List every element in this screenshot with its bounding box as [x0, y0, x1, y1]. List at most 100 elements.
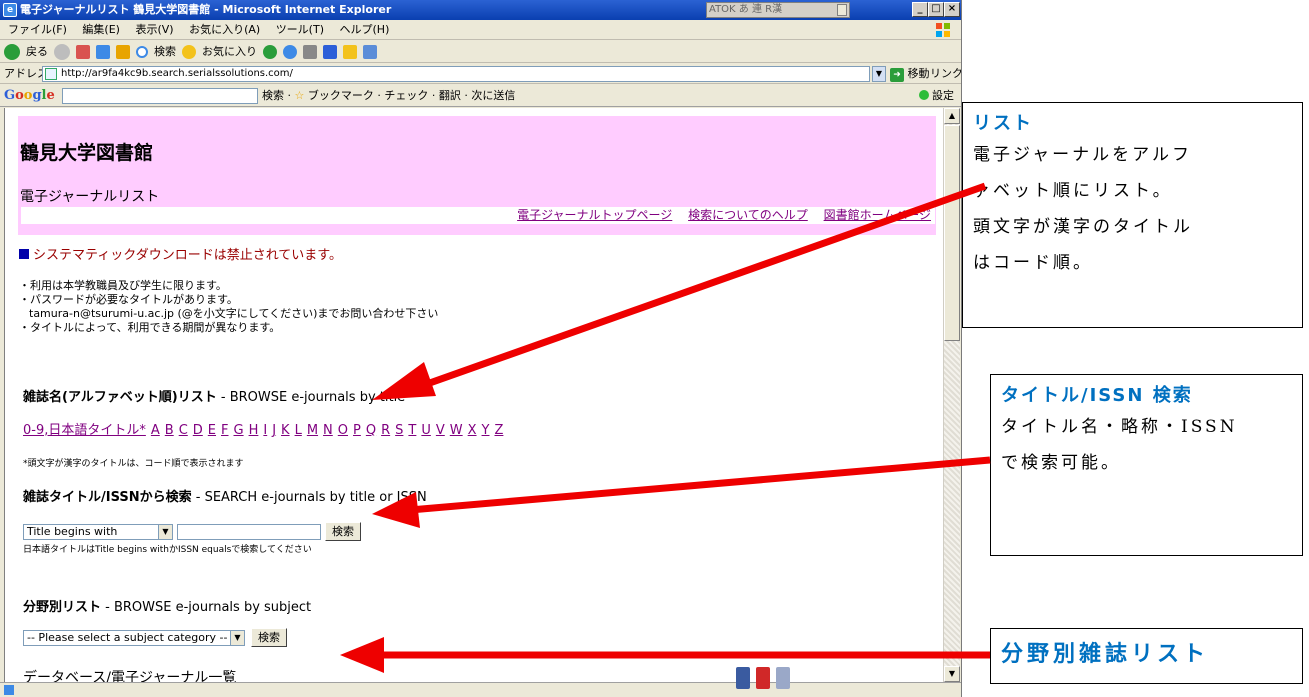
back-button[interactable]: 戻る: [26, 41, 48, 63]
folder-icon[interactable]: [343, 44, 357, 59]
alpha-link-p[interactable]: P: [353, 423, 361, 438]
subject-submit-button[interactable]: 検索: [251, 628, 287, 647]
windows-flag-icon: [936, 23, 950, 37]
alpha-link-x[interactable]: X: [468, 423, 477, 438]
menu-bar: ファイル(F) 編集(E) 表示(V) お気に入り(A) ツール(T) ヘルプ(…: [0, 20, 961, 40]
menu-edit[interactable]: 編集(E): [82, 23, 120, 36]
google-search-input[interactable]: [62, 88, 258, 104]
address-dropdown-icon[interactable]: ▼: [872, 66, 886, 82]
alpha-link-q[interactable]: Q: [366, 423, 376, 438]
google-bookmark-button[interactable]: ブックマーク: [308, 89, 374, 102]
page-subtitle: 電子ジャーナルリスト: [20, 189, 160, 205]
address-input[interactable]: http://ar9fa4kc9b.search.serialssolution…: [42, 66, 870, 82]
menu-view[interactable]: 表示(V): [135, 23, 173, 36]
menu-file[interactable]: ファイル(F): [8, 23, 67, 36]
nav-search-help[interactable]: 検索についてのヘルプ: [688, 208, 808, 222]
menu-tools[interactable]: ツール(T): [276, 23, 324, 36]
language-bar[interactable]: [736, 667, 961, 697]
ime-menu-icon[interactable]: [837, 4, 847, 16]
word-icon[interactable]: [323, 44, 337, 59]
nav-ejournal-top[interactable]: 電子ジャーナルトップページ: [517, 208, 672, 222]
search-input[interactable]: [177, 524, 321, 540]
callout-list: リスト 電子ジャーナルをアルフ ァベット順にリスト。 頭文字が漢字のタイトル は…: [962, 102, 1303, 328]
go-arrow-icon: ➜: [890, 68, 904, 82]
search-submit-button[interactable]: 検索: [325, 522, 361, 541]
warning-text: システマティックダウンロードは禁止されています。: [33, 248, 343, 263]
usage-notes: ・利用は本学教職員及び学生に限ります。 ・パスワードが必要なタイトルがあります。…: [19, 279, 438, 335]
google-translate-button[interactable]: 翻訳: [439, 89, 461, 102]
messenger-icon[interactable]: [363, 44, 377, 59]
alpha-link-c[interactable]: C: [179, 423, 188, 438]
alpha-link-r[interactable]: R: [381, 423, 390, 438]
menu-help[interactable]: ヘルプ(H): [340, 23, 390, 36]
links-button[interactable]: リンク: [930, 64, 961, 84]
browse-title-heading: 雑誌名(アルファベット順)リスト - BROWSE e-journals by …: [23, 390, 406, 405]
close-button[interactable]: ×: [944, 2, 960, 17]
alpha-link-b[interactable]: B: [165, 423, 174, 438]
back-arrow-icon[interactable]: [4, 43, 20, 60]
vertical-scrollbar[interactable]: ▲ ▼: [943, 108, 960, 682]
refresh-icon[interactable]: [96, 44, 110, 59]
favorites-star-icon[interactable]: [182, 44, 196, 59]
ime-toolbar[interactable]: ATOK あ 連 R漢: [706, 2, 850, 18]
alpha-link-d[interactable]: D: [193, 423, 203, 438]
alpha-link-f[interactable]: F: [221, 423, 228, 438]
alpha-link-o[interactable]: O: [338, 423, 348, 438]
title-bar[interactable]: e 電子ジャーナルリスト 鶴見大学図書館 - Microsoft Interne…: [0, 0, 961, 20]
alpha-link-l[interactable]: L: [295, 423, 302, 438]
stop-icon[interactable]: [76, 44, 90, 59]
alpha-link-y[interactable]: Y: [482, 423, 490, 438]
alpha-link-t[interactable]: T: [408, 423, 416, 438]
history-icon[interactable]: [263, 44, 277, 59]
google-settings-label: 設定: [932, 89, 954, 102]
alpha-link-z[interactable]: Z: [495, 423, 504, 438]
alpha-link-numeric-japanese[interactable]: 0-9,日本語タイトル*: [23, 423, 146, 438]
ime-jp-icon[interactable]: [736, 667, 750, 689]
minimize-button[interactable]: _: [912, 2, 928, 17]
search-button[interactable]: 検索: [154, 41, 176, 63]
scroll-up-icon[interactable]: ▲: [944, 108, 960, 124]
go-button[interactable]: ➜ 移動: [890, 64, 930, 84]
subject-heading: 分野別リスト - BROWSE e-journals by subject: [23, 600, 312, 615]
subject-select[interactable]: -- Please select a subject category -- ▼: [23, 630, 245, 646]
alpha-link-h[interactable]: H: [249, 423, 259, 438]
alpha-link-v[interactable]: V: [436, 423, 445, 438]
google-check-button[interactable]: チェック: [384, 89, 428, 102]
ime-mode-icon[interactable]: [756, 667, 770, 689]
maximize-button[interactable]: □: [928, 2, 944, 17]
google-settings-button[interactable]: 設定: [918, 85, 954, 107]
print-icon[interactable]: [303, 44, 317, 59]
google-send-button[interactable]: 次に送信: [471, 89, 515, 102]
alpha-link-e[interactable]: E: [208, 423, 216, 438]
scroll-thumb[interactable]: [944, 125, 960, 341]
standard-toolbar: 戻る 検索 お気に入り: [0, 41, 961, 63]
google-logo[interactable]: Google: [4, 88, 55, 103]
alpha-link-k[interactable]: K: [281, 423, 290, 438]
alpha-link-a[interactable]: A: [151, 423, 160, 438]
alpha-link-i[interactable]: I: [263, 423, 267, 438]
chevron-down-icon: ▼: [158, 525, 172, 539]
alpha-link-m[interactable]: M: [307, 423, 318, 438]
home-icon[interactable]: [116, 44, 130, 59]
google-search-button[interactable]: 検索: [262, 89, 284, 102]
google-toolbar-items: 検索 · ☆ ブックマーク · チェック · 翻訳 · 次に送信: [262, 89, 516, 102]
search-type-select[interactable]: Title begins with ▼: [23, 524, 173, 540]
callout-title: 分野別雑誌リスト: [1001, 642, 1210, 667]
help-icon[interactable]: [776, 667, 790, 689]
alpha-link-u[interactable]: U: [421, 423, 431, 438]
callout-title: リスト: [973, 113, 1033, 134]
browser-window: e 電子ジャーナルリスト 鶴見大学図書館 - Microsoft Interne…: [0, 0, 962, 697]
alpha-link-s[interactable]: S: [395, 423, 403, 438]
alpha-link-j[interactable]: J: [272, 423, 276, 438]
search-icon[interactable]: [136, 45, 148, 58]
callout-subject-list: 分野別雑誌リスト: [990, 628, 1303, 684]
favorites-button[interactable]: お気に入り: [202, 41, 257, 63]
forward-arrow-icon[interactable]: [54, 43, 70, 60]
alpha-link-n[interactable]: N: [323, 423, 333, 438]
alpha-link-w[interactable]: W: [450, 423, 463, 438]
alpha-link-g[interactable]: G: [234, 423, 244, 438]
mail-icon[interactable]: [283, 44, 297, 59]
window-controls: _ □ ×: [912, 2, 960, 17]
nav-library-home[interactable]: 図書館ホームページ: [824, 208, 931, 222]
menu-favorites[interactable]: お気に入り(A): [189, 23, 260, 36]
